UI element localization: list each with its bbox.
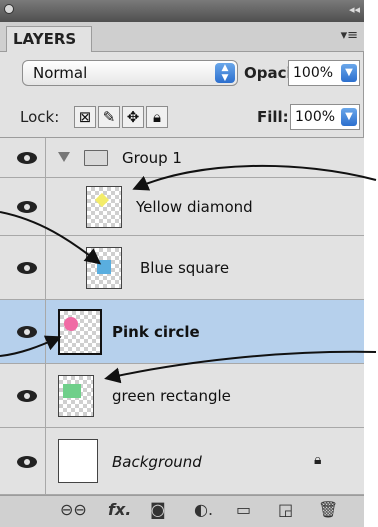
layer-row-pink-circle[interactable]: Pink circle — [0, 300, 364, 364]
layer-name: Background — [112, 453, 202, 471]
visibility-toggle[interactable] — [8, 178, 46, 235]
lock-transparent-pixels-icon[interactable]: ⊠ — [74, 106, 96, 128]
visibility-toggle[interactable] — [8, 236, 46, 299]
layer-thumbnail — [58, 375, 94, 417]
close-icon[interactable] — [4, 4, 14, 14]
layer-thumbnail — [58, 439, 98, 483]
chevron-down-icon[interactable]: ▼ — [341, 64, 357, 82]
eye-icon — [17, 262, 37, 274]
lock-image-pixels-icon[interactable]: ✎ — [98, 106, 120, 128]
tab-row: LAYERS ▾≡ — [0, 22, 364, 52]
layer-thumbnail — [86, 186, 122, 228]
blue-square-swatch — [97, 260, 111, 274]
layer-thumbnail — [58, 309, 102, 355]
eye-icon — [17, 390, 37, 402]
eye-icon — [17, 152, 37, 164]
new-layer-icon[interactable]: ◲ — [278, 500, 293, 519]
lock-all-icon[interactable]: 🔒︎ — [146, 106, 168, 128]
adjustment-icon[interactable]: ◐. — [194, 500, 213, 519]
layers-panel: ◂◂ LAYERS ▾≡ Normal ▲ ▼ Opacity: 100% ▼ L… — [0, 0, 364, 527]
disclosure-triangle-icon[interactable] — [58, 152, 70, 162]
mask-icon[interactable]: ◙ — [150, 500, 166, 519]
eye-icon — [17, 326, 37, 338]
fill-field[interactable]: 100% ▼ — [290, 104, 360, 130]
pink-circle-swatch — [64, 317, 78, 331]
layer-row-group-1[interactable]: Group 1 — [0, 138, 364, 178]
collapse-icon[interactable]: ◂◂ — [349, 3, 360, 16]
visibility-toggle[interactable] — [8, 428, 46, 494]
layer-name: Pink circle — [112, 323, 200, 341]
trash-icon[interactable]: 🗑︎ — [318, 500, 338, 519]
fx-icon[interactable]: fx. — [108, 500, 131, 519]
layer-name: Yellow diamond — [136, 198, 253, 216]
folder-icon — [84, 150, 108, 166]
blend-mode-value: Normal — [33, 64, 88, 82]
folder-icon[interactable]: ▭ — [236, 500, 251, 519]
fill-value: 100% — [295, 109, 336, 125]
blend-row: Normal ▲ ▼ Opacity: 100% ▼ — [0, 52, 364, 96]
layers-list: Group 1 Yellow diamond Blue square Pink … — [0, 138, 364, 495]
visibility-toggle[interactable] — [8, 300, 46, 363]
chevron-down-icon[interactable]: ▼ — [341, 108, 357, 126]
lock-position-icon[interactable]: ✥ — [122, 106, 144, 128]
tab-layers[interactable]: LAYERS — [6, 26, 92, 52]
link-icon[interactable]: ⊖⊖ — [60, 500, 87, 519]
layer-name: Blue square — [140, 259, 230, 277]
visibility-toggle[interactable] — [8, 364, 46, 427]
eye-icon — [17, 456, 37, 468]
layers-bottom-bar: ⊖⊖ fx. ◙ ◐. ▭ ◲ 🗑︎ — [0, 495, 364, 527]
updown-arrow-icon: ▲ ▼ — [215, 63, 235, 83]
lock-icon: 🔒︎ — [314, 452, 322, 468]
lock-label: Lock: — [20, 108, 60, 126]
fill-label: Fill: — [257, 108, 289, 126]
layer-thumbnail — [86, 247, 122, 289]
lock-row: Lock: ⊠ ✎ ✥ 🔒︎ Fill: 100% ▼ — [0, 96, 364, 138]
panel-titlebar: ◂◂ — [0, 0, 364, 22]
opacity-value: 100% — [293, 65, 334, 81]
layer-row-background[interactable]: Background 🔒︎ — [0, 428, 364, 495]
panel-menu-icon[interactable]: ▾≡ — [341, 28, 358, 43]
layer-name: Group 1 — [122, 149, 182, 167]
layer-name: green rectangle — [112, 387, 231, 405]
eye-icon — [17, 201, 37, 213]
visibility-toggle[interactable] — [8, 138, 46, 177]
green-rectangle-swatch — [63, 384, 81, 398]
layer-row-yellow-diamond[interactable]: Yellow diamond — [0, 178, 364, 236]
layer-row-blue-square[interactable]: Blue square — [0, 236, 364, 300]
yellow-diamond-swatch — [94, 192, 110, 208]
layer-row-green-rectangle[interactable]: green rectangle — [0, 364, 364, 428]
opacity-field[interactable]: 100% ▼ — [288, 60, 360, 86]
blend-mode-select[interactable]: Normal ▲ ▼ — [22, 60, 238, 86]
